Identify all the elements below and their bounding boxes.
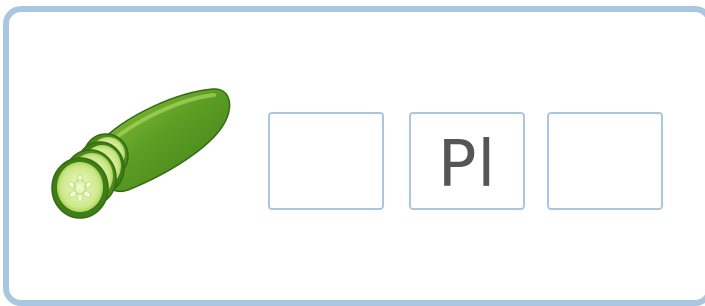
- letter-slot-1[interactable]: [268, 112, 384, 210]
- cucumber-icon: [48, 86, 236, 226]
- letter-slot-2[interactable]: Pl: [409, 112, 525, 210]
- letter-slot-2-value: Pl: [437, 128, 497, 202]
- letter-slot-3[interactable]: [547, 112, 663, 210]
